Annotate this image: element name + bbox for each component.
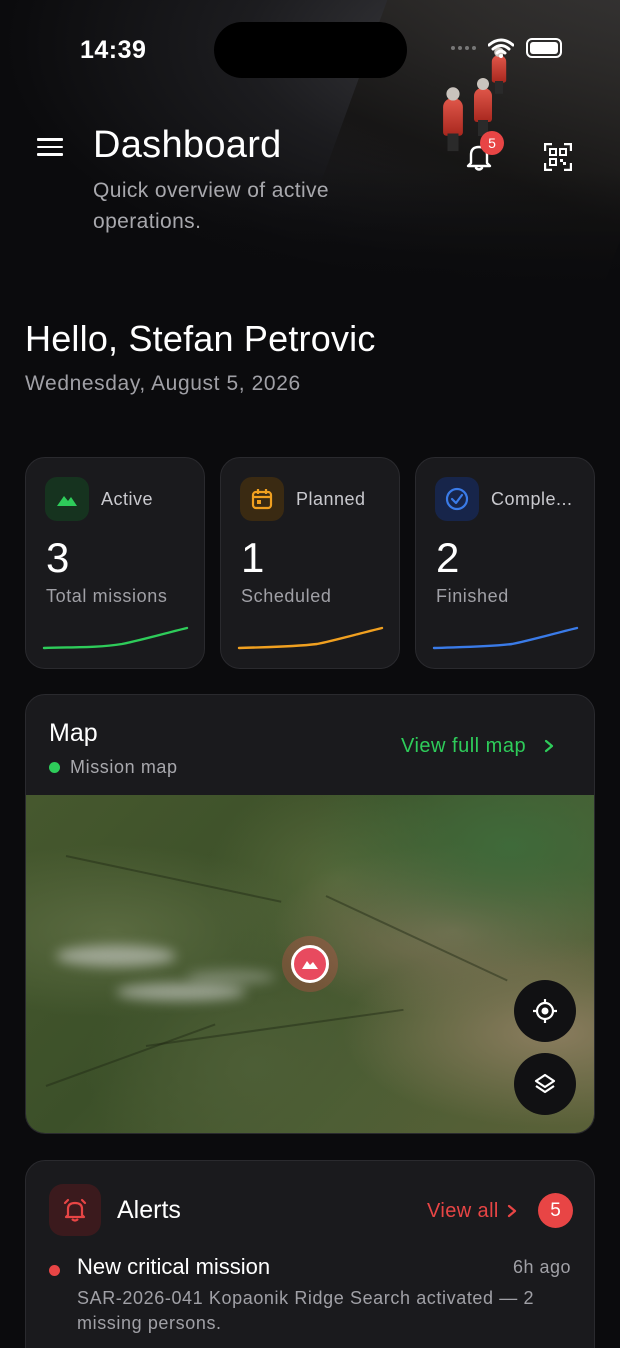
stat-value: 3: [46, 534, 70, 581]
signal-icon: [451, 46, 476, 50]
rescuer-figure: [474, 78, 492, 136]
stat-description: Total missions: [46, 586, 168, 606]
rescuer-figure: [491, 47, 507, 94]
alerts-count-badge: 5: [538, 1193, 573, 1228]
alerts-title: Alerts: [117, 1196, 181, 1224]
alarm-bell-icon: [49, 1184, 101, 1236]
notification-badge: 5: [480, 131, 504, 155]
current-date: Wednesday, August 5, 2026: [25, 372, 301, 395]
mountain-icon: [45, 477, 89, 521]
greeting-heading: Hello, Stefan Petrovic: [25, 318, 376, 359]
view-full-map-link[interactable]: View full map: [401, 735, 526, 758]
qr-scan-button[interactable]: [543, 142, 573, 172]
critical-dot: [49, 1265, 60, 1276]
map-card: Map Mission map View full map: [25, 694, 595, 1134]
mission-marker[interactable]: [291, 945, 329, 983]
rescuer-figure: [443, 87, 463, 152]
status-time: 14:39: [80, 36, 147, 64]
crosshair-icon: [533, 999, 557, 1023]
stat-description: Finished: [436, 586, 509, 606]
camera-notch: [214, 22, 407, 78]
battery-icon: [526, 38, 562, 58]
map-subtitle: Mission map: [70, 757, 178, 777]
satellite-map[interactable]: [26, 795, 594, 1133]
stat-label: Active: [101, 489, 154, 509]
live-indicator: [49, 762, 60, 773]
sparkline: [432, 626, 579, 650]
stat-label: Comple...: [491, 489, 573, 509]
menu-icon[interactable]: [37, 138, 63, 156]
stat-description: Scheduled: [241, 586, 332, 606]
alert-time: 6h ago: [512, 1257, 571, 1277]
calendar-icon: [240, 477, 284, 521]
page-title: Dashboard: [93, 124, 282, 166]
wifi-icon: [488, 38, 514, 58]
stat-card-active[interactable]: Active 3 Total missions: [25, 457, 205, 669]
stat-value: 2: [436, 534, 460, 581]
check-circle-icon: [435, 477, 479, 521]
map-layers-button[interactable]: [514, 1053, 576, 1115]
stat-card-completed[interactable]: Comple... 2 Finished: [415, 457, 595, 669]
sparkline: [42, 626, 189, 650]
map-title: Map: [49, 719, 98, 747]
mountain-icon: [302, 961, 318, 969]
locate-me-button[interactable]: [514, 980, 576, 1042]
chevron-right-icon[interactable]: [506, 1203, 518, 1219]
alert-title: New critical mission: [77, 1254, 271, 1279]
stat-label: Planned: [296, 489, 366, 509]
view-all-alerts-link[interactable]: View all: [427, 1200, 499, 1223]
alerts-card: Alerts View all 5 New critical mission 6…: [25, 1160, 595, 1348]
layers-icon: [534, 1073, 556, 1094]
alert-body: SAR-2026-041 Kopaonik Ridge Search activ…: [77, 1288, 535, 1333]
page-subtitle: Quick overview of active operations.: [93, 179, 330, 233]
status-indicators: [451, 38, 562, 58]
qr-code-icon: [543, 142, 573, 172]
chevron-right-icon[interactable]: [543, 738, 555, 754]
stat-value: 1: [241, 534, 265, 581]
stat-card-planned[interactable]: Planned 1 Scheduled: [220, 457, 400, 669]
sparkline: [237, 626, 384, 650]
